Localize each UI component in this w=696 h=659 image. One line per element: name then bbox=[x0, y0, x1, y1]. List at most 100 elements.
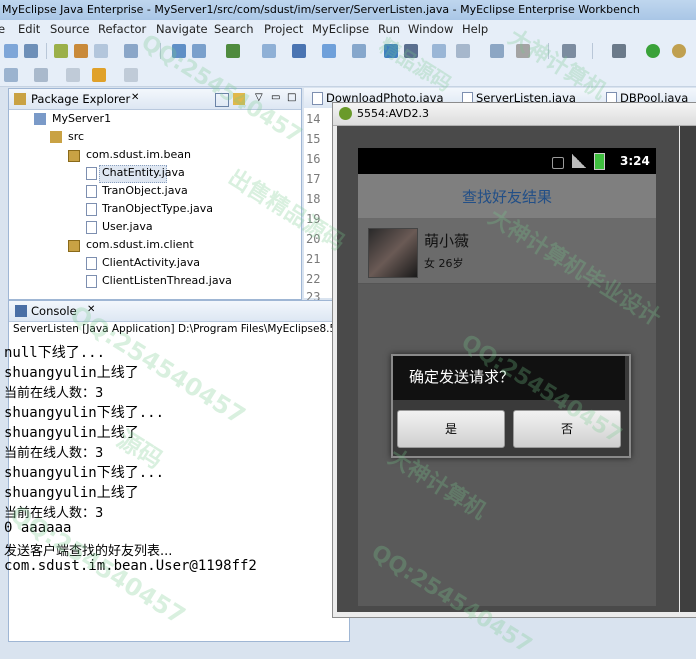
java-file-icon bbox=[86, 275, 97, 288]
tree-item-clientactivity[interactable]: ClientActivity.java bbox=[102, 256, 200, 269]
line-number: 18 bbox=[306, 192, 321, 206]
save-icon[interactable] bbox=[24, 44, 38, 58]
gear-icon[interactable] bbox=[612, 44, 626, 58]
view-menu-icon[interactable]: ▽ bbox=[255, 92, 263, 103]
java-file-icon bbox=[312, 92, 323, 105]
package-explorer-tab[interactable]: Package Explorer bbox=[31, 92, 130, 106]
open-type-icon[interactable] bbox=[322, 44, 336, 58]
console-line: shuangyulin上线了 bbox=[4, 485, 139, 501]
line-number: 16 bbox=[306, 152, 321, 166]
line-number: 17 bbox=[306, 172, 321, 186]
deploy-icon[interactable] bbox=[54, 44, 68, 58]
globe-icon[interactable] bbox=[226, 44, 240, 58]
dialog-title: 确定发送请求？ bbox=[409, 368, 515, 386]
no-button[interactable]: 否 bbox=[513, 410, 621, 448]
refresh-icon[interactable] bbox=[262, 44, 276, 58]
package-explorer-icon bbox=[14, 93, 26, 105]
menu-help[interactable]: Help bbox=[462, 22, 488, 36]
emulator-side-strip bbox=[680, 126, 696, 612]
tree-item-clientlistenthread[interactable]: ClientListenThread.java bbox=[102, 274, 232, 287]
android-icon[interactable] bbox=[384, 44, 398, 58]
console-line: com.sdust.im.bean.User@1198ff2 bbox=[4, 558, 257, 574]
console-icon[interactable] bbox=[562, 44, 576, 58]
tools-icon[interactable] bbox=[192, 44, 206, 58]
menu-myeclipse[interactable]: MyEclipse bbox=[312, 22, 369, 36]
debug-icon[interactable] bbox=[292, 44, 306, 58]
yes-button[interactable]: 是 bbox=[397, 410, 505, 448]
tree-item-package-bean[interactable]: com.sdust.im.bean bbox=[86, 148, 191, 161]
search-icon[interactable] bbox=[352, 44, 366, 58]
browser-icon[interactable] bbox=[94, 44, 108, 58]
menu-bar: e Edit Source Refactor Navigate Search P… bbox=[0, 20, 696, 39]
console-line: 发送客户端查找的好友列表... bbox=[4, 544, 173, 559]
console-line: 当前在线人数：3 bbox=[4, 446, 104, 461]
new-icon[interactable] bbox=[4, 44, 18, 58]
console-icon bbox=[15, 305, 27, 317]
tree-item-project[interactable]: MyServer1 bbox=[52, 112, 111, 125]
open-icon[interactable] bbox=[432, 44, 446, 58]
tree-item-tranobject[interactable]: TranObject.java bbox=[102, 184, 188, 197]
hierarchy-icon[interactable] bbox=[4, 68, 18, 82]
menu-refactor[interactable]: Refactor bbox=[98, 22, 146, 36]
friend-name: 萌小薇 bbox=[424, 232, 470, 250]
menu-search[interactable]: Search bbox=[214, 22, 254, 36]
tree-item-package-client[interactable]: com.sdust.im.client bbox=[86, 238, 194, 251]
minimize-icon[interactable]: ▭ bbox=[271, 92, 280, 103]
notification-icon bbox=[552, 157, 564, 169]
close-icon[interactable]: ✕ bbox=[131, 92, 139, 103]
console-header: Console ✕ bbox=[9, 301, 349, 322]
forward-arrow-icon[interactable] bbox=[92, 68, 106, 82]
project-icon bbox=[34, 113, 46, 125]
back-arrow-icon[interactable] bbox=[66, 68, 80, 82]
server-icon[interactable] bbox=[74, 44, 88, 58]
collapse-all-icon[interactable] bbox=[215, 93, 229, 107]
menu-window[interactable]: Window bbox=[408, 22, 453, 36]
console-process-label: ServerListen [Java Application] D:\Progr… bbox=[13, 323, 337, 335]
menu-project[interactable]: Project bbox=[264, 22, 303, 36]
source-folder-icon bbox=[50, 131, 62, 143]
run-icon[interactable] bbox=[646, 44, 660, 58]
window-title-bar: MyEclipse Java Enterprise - MyServer1/sr… bbox=[0, 0, 696, 21]
main-toolbar bbox=[0, 38, 696, 64]
tree-item-tranobjecttype[interactable]: TranObjectType.java bbox=[102, 202, 213, 215]
next-annotation-icon[interactable] bbox=[34, 68, 48, 82]
dialog-title-bar: 确定发送请求？ bbox=[393, 356, 625, 400]
console-line: shuangyulin上线了 bbox=[4, 365, 139, 381]
menu-file[interactable]: e bbox=[0, 22, 5, 36]
tree-item-src[interactable]: src bbox=[68, 130, 84, 143]
menu-edit[interactable]: Edit bbox=[18, 22, 40, 36]
android-icon bbox=[339, 107, 352, 120]
toolbar-separator bbox=[548, 43, 549, 59]
toolbar-separator bbox=[592, 43, 593, 59]
tree-item-chatentity[interactable]: ChatEntity.java bbox=[102, 166, 185, 179]
window-title: MyEclipse Java Enterprise - MyServer1/sr… bbox=[2, 3, 640, 16]
maximize-icon[interactable]: □ bbox=[287, 92, 296, 103]
secondary-toolbar bbox=[0, 64, 696, 87]
task-icon[interactable] bbox=[516, 44, 530, 58]
line-number: 15 bbox=[306, 132, 321, 146]
emulator-title: 5554:AVD2.3 bbox=[357, 107, 430, 120]
avatar bbox=[368, 228, 418, 278]
line-number: 21 bbox=[306, 252, 321, 266]
close-icon[interactable]: ✕ bbox=[87, 304, 95, 315]
signal-icon bbox=[572, 154, 586, 168]
tree-item-user[interactable]: User.java bbox=[102, 220, 153, 233]
java-file-icon bbox=[86, 221, 97, 234]
console-line: shuangyulin下线了... bbox=[4, 465, 165, 481]
status-time: 3:24 bbox=[620, 154, 650, 168]
console-tab[interactable]: Console bbox=[31, 304, 77, 318]
last-edit-icon[interactable] bbox=[124, 68, 138, 82]
line-number: 19 bbox=[306, 212, 321, 226]
wizard-icon[interactable] bbox=[124, 44, 138, 58]
web-icon[interactable] bbox=[172, 44, 186, 58]
java-file-icon bbox=[86, 257, 97, 270]
menu-navigate[interactable]: Navigate bbox=[156, 22, 208, 36]
gear-icon[interactable] bbox=[456, 44, 470, 58]
link-editor-icon[interactable] bbox=[233, 93, 245, 105]
globe-icon[interactable] bbox=[404, 44, 418, 58]
menu-source[interactable]: Source bbox=[50, 22, 90, 36]
external-tools-icon[interactable] bbox=[672, 44, 686, 58]
console-line: shuangyulin下线了... bbox=[4, 405, 165, 421]
build-icon[interactable] bbox=[490, 44, 504, 58]
menu-run[interactable]: Run bbox=[378, 22, 400, 36]
